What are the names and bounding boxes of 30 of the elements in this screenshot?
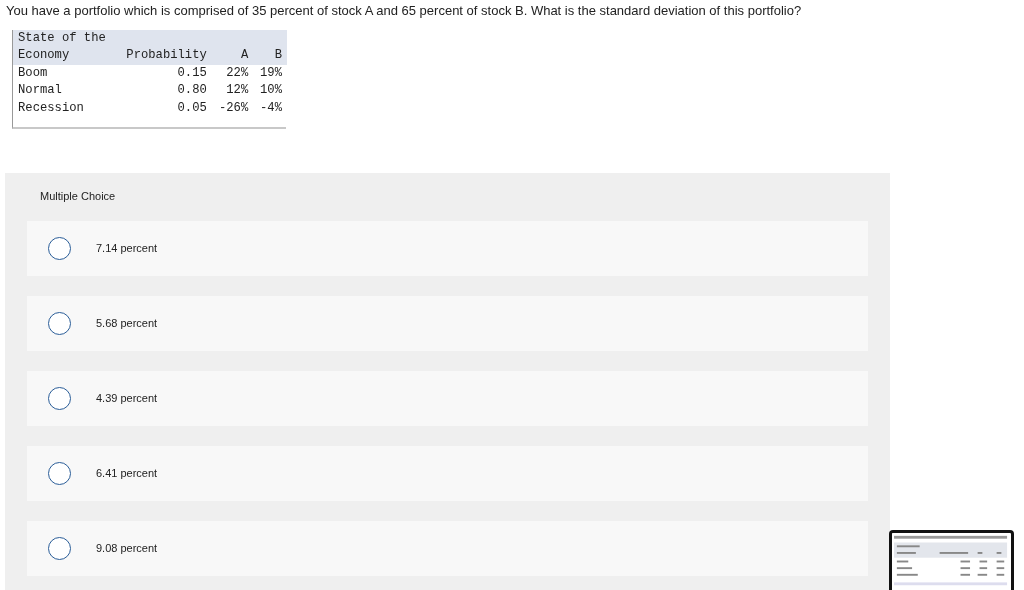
- answer-option[interactable]: 4.39 percent: [27, 370, 868, 426]
- table-cell: Boom: [18, 65, 48, 80]
- preview-thumbnail[interactable]: [889, 530, 1014, 590]
- table-cell: 22%: [226, 65, 249, 80]
- column-header: B: [274, 48, 282, 62]
- answer-option[interactable]: 9.08 percent: [27, 520, 868, 576]
- table-cell: 0.05: [177, 100, 207, 115]
- table-cell: 10%: [260, 83, 282, 97]
- table-cell: 12%: [226, 83, 249, 97]
- column-header: A: [240, 48, 249, 62]
- table-cell: 19%: [260, 65, 282, 80]
- table-cell: Normal: [18, 83, 62, 97]
- answer-option[interactable]: 6.41 percent: [27, 445, 868, 501]
- answer-option[interactable]: 7.14 percent: [27, 220, 868, 276]
- radio-button[interactable]: [48, 461, 71, 485]
- column-header: Probability: [126, 48, 207, 62]
- radio-button[interactable]: [48, 536, 71, 560]
- answer-option[interactable]: 5.68 percent: [27, 295, 868, 351]
- table-cell: Recession: [18, 100, 84, 115]
- radio-button[interactable]: [48, 236, 71, 260]
- question-text: You have a portfolio which is comprised of 35 percent of stock A and 65 percent of stock B. What is the standard deviation of this portfolio?: [5, 2, 803, 20]
- column-header: State of the: [18, 30, 106, 45]
- section-title: Multiple Choice: [39, 189, 117, 204]
- table-cell: -26%: [218, 100, 249, 115]
- radio-button[interactable]: [48, 311, 71, 335]
- radio-button[interactable]: [48, 386, 71, 410]
- table-cell: -4%: [260, 100, 282, 115]
- table-cell: 0.15: [177, 65, 207, 80]
- column-header: Economy: [18, 48, 70, 62]
- table-cell: 0.80: [177, 83, 207, 97]
